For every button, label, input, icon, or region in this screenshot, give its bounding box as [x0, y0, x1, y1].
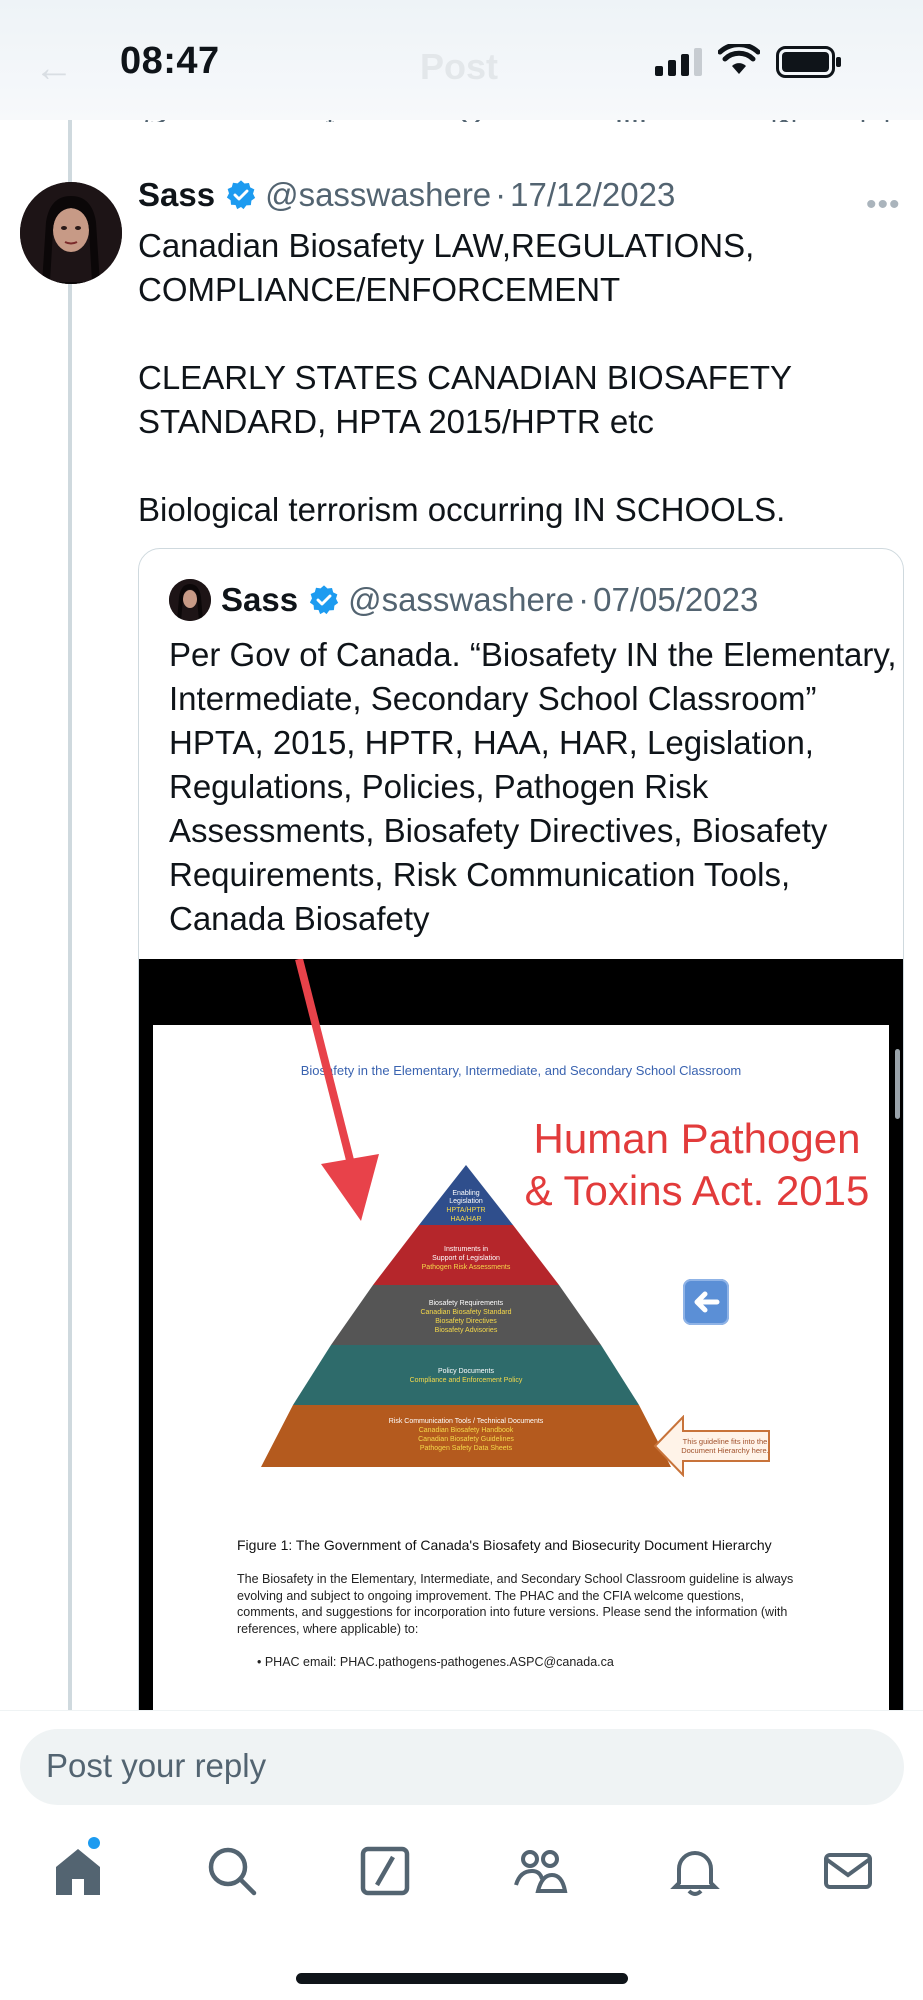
quoted-author-handle: @sasswashere	[348, 581, 575, 618]
tier-4-title: Policy Documents	[438, 1368, 495, 1375]
home-icon[interactable]	[48, 1841, 108, 1901]
status-time: 08:47	[120, 40, 220, 82]
quoted-tweet[interactable]: Sass @sasswashere · 07/05/2023 Per Gov o…	[138, 548, 904, 1848]
svg-text:Canadian Biosafety Guidelines: Canadian Biosafety Guidelines	[418, 1436, 514, 1443]
tier-5-title: Risk Communication Tools / Technical Doc…	[389, 1418, 544, 1425]
pyramid-tier-4	[293, 1345, 639, 1405]
home-indicator[interactable]	[296, 1973, 628, 1984]
quoted-avatar	[169, 579, 211, 621]
tier-1-title: Enabling	[452, 1190, 479, 1197]
tier-2-title: Instruments in	[444, 1246, 488, 1253]
communities-icon[interactable]	[510, 1841, 570, 1901]
tab-bar	[0, 1841, 923, 1931]
svg-text:Document Hierarchy here.: Document Hierarchy here.	[681, 1446, 769, 1455]
svg-text:Canadian Biosafety Handbook: Canadian Biosafety Handbook	[419, 1427, 514, 1434]
unread-indicator-dot	[88, 1837, 100, 1849]
verified-badge-icon	[226, 180, 256, 210]
avatar[interactable]	[20, 182, 122, 284]
tweet-text: Canadian Biosafety LAW,REGULATIONS, COMP…	[138, 227, 792, 528]
header-title: Post	[420, 46, 499, 87]
svg-text:Support of Legislation: Support of Legislation	[432, 1255, 500, 1262]
wifi-icon	[718, 44, 760, 74]
quoted-tweet-header: Sass @sasswashere · 07/05/2023	[169, 579, 758, 621]
document-email: • PHAC email: PHAC.pathogens-pathogenes.…	[257, 1655, 614, 1669]
figure-caption: Figure 1: The Government of Canada's Bio…	[237, 1537, 772, 1553]
svg-text:HPTA/HPTR: HPTA/HPTR	[446, 1207, 485, 1214]
svg-text:Canadian Biosafety Standard: Canadian Biosafety Standard	[420, 1309, 511, 1316]
status-bar: ← Post 08:47	[0, 0, 923, 120]
svg-text:This guideline fits into the: This guideline fits into the	[683, 1437, 768, 1446]
grok-icon[interactable]	[355, 1841, 415, 1901]
document-body-text: The Biosafety in the Elementary, Interme…	[237, 1572, 794, 1636]
svg-text:Biosafety Directives: Biosafety Directives	[435, 1318, 497, 1325]
quoted-author-name: Sass	[221, 581, 299, 618]
notifications-icon[interactable]	[665, 1841, 725, 1901]
author-handle[interactable]: @sasswashere	[265, 176, 491, 214]
document-pointer-arrow: This guideline fits into the Document Hi…	[653, 1415, 770, 1477]
back-arrow-icon[interactable]: ←	[34, 46, 74, 91]
separator: ·	[495, 176, 507, 213]
reply-input[interactable]: Post your reply	[20, 1729, 904, 1805]
tweet-header: Sass @sasswashere · 17/12/2023	[138, 176, 675, 214]
tweet-date[interactable]: 17/12/2023	[510, 176, 675, 214]
verified-badge-icon	[309, 585, 339, 615]
author-name[interactable]: Sass	[138, 176, 215, 214]
battery-icon	[776, 46, 841, 78]
overlay-annotation-text: Human Pathogen & Toxins Act. 2015	[524, 1115, 870, 1214]
svg-text:HAA/HAR: HAA/HAR	[450, 1216, 481, 1223]
separator: ·	[578, 581, 590, 618]
bottom-bar: Post your reply	[0, 1710, 923, 2000]
thread-line	[68, 112, 72, 1712]
cellular-signal-icon	[655, 48, 702, 76]
tier-3-title: Biosafety Requirements	[429, 1300, 504, 1307]
svg-text:Compliance and Enforcement Pol: Compliance and Enforcement Policy	[410, 1377, 523, 1384]
svg-text:Pathogen Risk Assessments: Pathogen Risk Assessments	[422, 1264, 511, 1271]
svg-text:Pathogen Safety Data Sheets: Pathogen Safety Data Sheets	[420, 1445, 513, 1452]
quoted-tweet-text: Per Gov of Canada. “Biosafety IN the Ele…	[169, 636, 897, 937]
messages-icon[interactable]	[818, 1841, 878, 1901]
left-arrow-emoji-icon	[683, 1279, 729, 1325]
search-icon[interactable]	[202, 1841, 262, 1901]
document-header: Biosafety in the Elementary, Intermediat…	[300, 1063, 742, 1078]
svg-text:Legislation: Legislation	[449, 1198, 483, 1205]
svg-text:Biosafety Advisories: Biosafety Advisories	[435, 1327, 498, 1334]
red-pointer-arrow	[295, 959, 379, 1221]
image-scroll-indicator	[895, 1049, 900, 1119]
reply-placeholder: Post your reply	[46, 1747, 267, 1784]
quoted-tweet-date: 07/05/2023	[593, 581, 759, 618]
more-options-icon[interactable]: •••	[866, 188, 901, 222]
